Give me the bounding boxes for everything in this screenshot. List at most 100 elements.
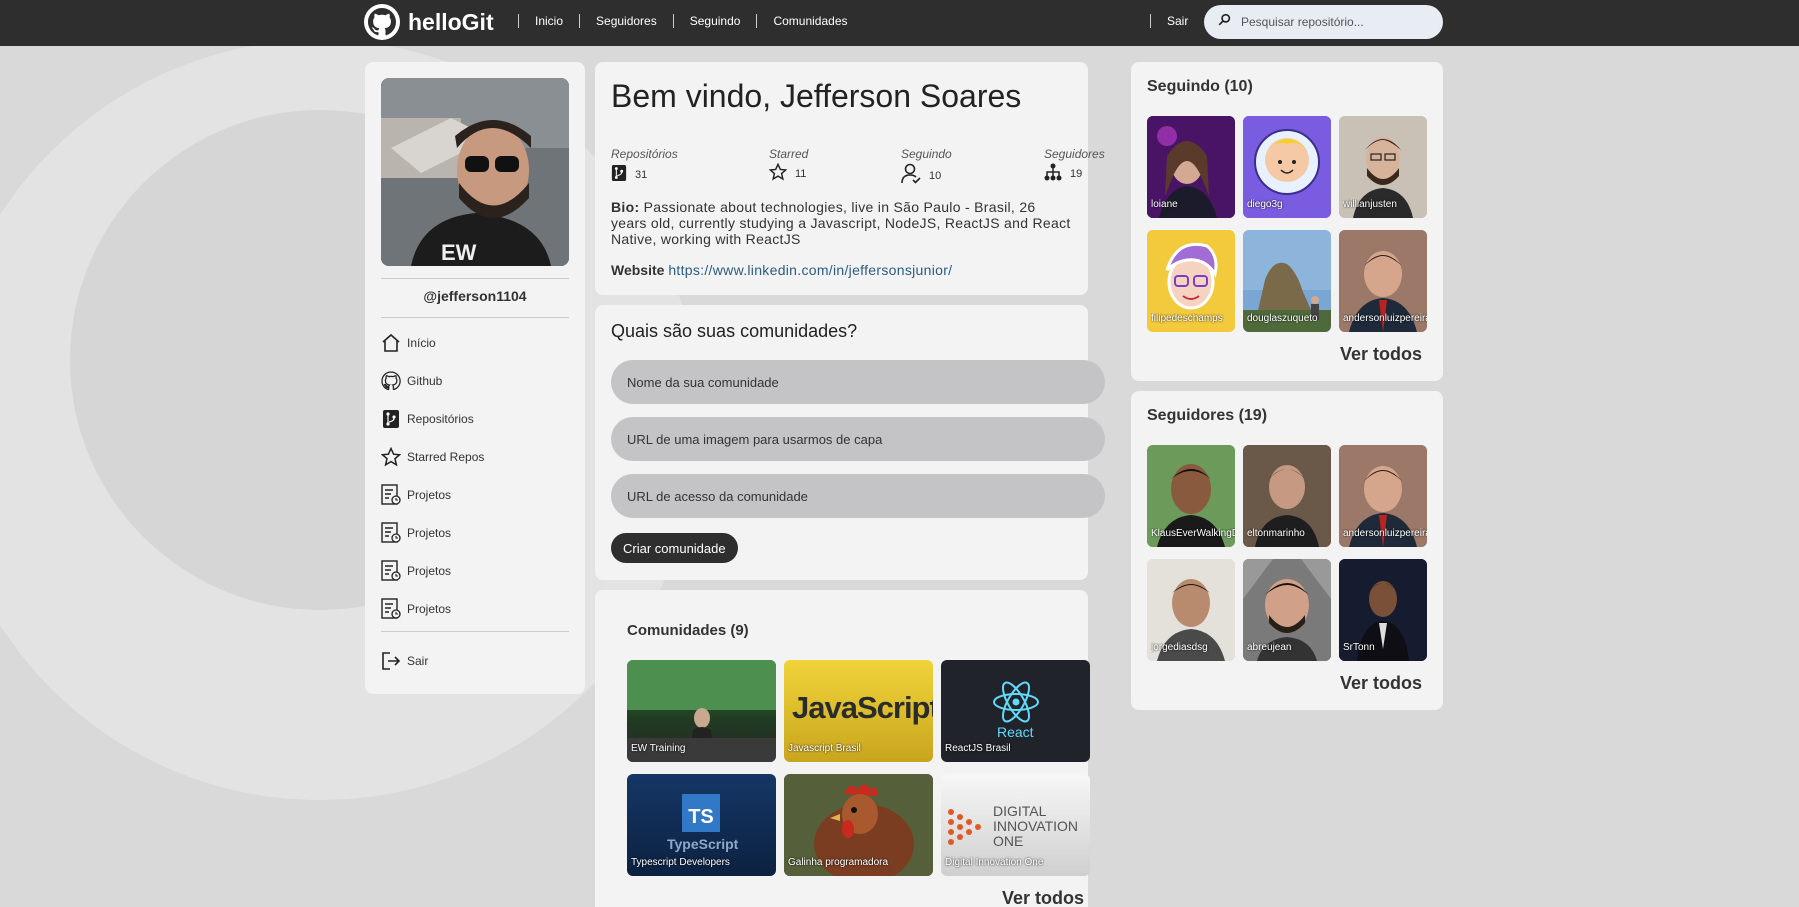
stat-value: 19 xyxy=(1070,167,1083,180)
following-card[interactable]: loiane xyxy=(1147,116,1235,218)
follower-card[interactable]: jorgediasdsg xyxy=(1147,559,1235,661)
community-tile[interactable]: React ReactJS Brasil xyxy=(941,660,1090,762)
followers-panel: Seguidores (19) KlausEverWalkingDev elto… xyxy=(1131,391,1443,710)
website: Website https://www.linkedin.com/in/jeff… xyxy=(611,262,952,278)
communities-panel: Comunidades (9) EW Training JavaScript J… xyxy=(595,590,1090,907)
logout-link[interactable]: Sair xyxy=(1150,14,1188,28)
profile-sidebar: EW @jefferson1104 Início Github Repositó… xyxy=(365,62,585,694)
follower-name: SrTonn xyxy=(1343,642,1375,653)
community-image-field[interactable] xyxy=(611,417,1105,461)
communities-title: Comunidades (9) xyxy=(627,622,749,639)
search-bar[interactable] xyxy=(1204,5,1443,39)
community-tile[interactable]: JavaScript Javascript Brasil xyxy=(784,660,933,762)
follower-name: andersonluizpereira xyxy=(1343,528,1427,539)
divider xyxy=(381,317,569,318)
repo-icon xyxy=(381,408,401,430)
see-all-followers-link[interactable]: Ver todos xyxy=(1340,673,1422,694)
react-label: React xyxy=(997,724,1034,740)
divider xyxy=(381,278,569,279)
community-url-field[interactable] xyxy=(611,474,1105,518)
nav-seguindo[interactable]: Seguindo xyxy=(672,14,757,28)
sidebar-item-github[interactable]: Github xyxy=(381,362,484,400)
community-name-field[interactable] xyxy=(611,360,1105,404)
following-card[interactable]: filipedeschamps xyxy=(1147,230,1235,332)
sidebar-item-label: Projetos xyxy=(407,602,452,616)
sidebar-item-projetos[interactable]: Projetos xyxy=(381,476,484,514)
follower-card[interactable]: eltonmarinho xyxy=(1243,445,1331,547)
project-icon xyxy=(381,560,401,582)
bio: Bio: Passionate about technologies, live… xyxy=(611,199,1073,247)
profile-panel: Bem vindo, Jefferson Soares Repositórios… xyxy=(595,62,1105,295)
stat-value: 10 xyxy=(929,169,942,182)
community-tile[interactable]: Galinha programadora xyxy=(784,774,933,876)
brand[interactable]: helloGit xyxy=(364,4,494,40)
repo-icon xyxy=(611,163,627,186)
logout-icon xyxy=(381,650,401,672)
community-tile[interactable]: TS TypeScript Typescript Developers xyxy=(627,774,776,876)
sidebar-menu: Início Github Repositórios Starred Repos… xyxy=(381,324,484,628)
bio-text: Passionate about technologies, live in S… xyxy=(611,199,1071,247)
search-input[interactable] xyxy=(1241,15,1421,29)
stat-seguindo[interactable]: Seguindo 10 xyxy=(901,147,952,188)
sidebar-item-inicio[interactable]: Início xyxy=(381,324,484,362)
stat-seguidores[interactable]: Seguidores 19 xyxy=(1044,147,1105,184)
community-form: Quais são suas comunidades? Criar comuni… xyxy=(595,305,1105,580)
user-check-icon xyxy=(901,163,921,188)
divider xyxy=(381,631,569,632)
following-card[interactable]: willianjusten xyxy=(1339,116,1427,218)
nav-seguidores[interactable]: Seguidores xyxy=(579,14,673,28)
following-card[interactable]: andersonluizpereira xyxy=(1339,230,1427,332)
stat-value: 31 xyxy=(635,168,648,181)
main-nav: Inicio Seguidores Seguindo Comunidades xyxy=(518,14,864,28)
home-icon xyxy=(381,332,401,354)
sidebar-item-label: Projetos xyxy=(407,488,452,502)
stat-starred[interactable]: Starred 11 xyxy=(768,147,809,184)
follower-name: abreujean xyxy=(1247,642,1292,653)
following-card[interactable]: diego3g xyxy=(1243,116,1331,218)
form-title: Quais são suas comunidades? xyxy=(611,321,858,341)
user-handle[interactable]: @jefferson1104 xyxy=(381,288,569,304)
javascript-logo: JavaScript xyxy=(792,690,933,725)
follower-card[interactable]: KlausEverWalkingDev xyxy=(1147,445,1235,547)
typescript-label: TypeScript xyxy=(667,836,739,852)
stat-label: Starred xyxy=(769,147,809,161)
follower-name: KlausEverWalkingDev xyxy=(1151,528,1235,539)
nav-comunidades[interactable]: Comunidades xyxy=(756,14,863,28)
follower-card[interactable]: SrTonn xyxy=(1339,559,1427,661)
sidebar-item-projetos[interactable]: Projetos xyxy=(381,514,484,552)
brand-name: helloGit xyxy=(408,8,494,35)
create-community-button[interactable]: Criar comunidade xyxy=(611,533,738,563)
sidebar-item-label: Starred Repos xyxy=(407,450,485,464)
following-name: andersonluizpereira xyxy=(1343,313,1427,324)
following-title: Seguindo (10) xyxy=(1147,78,1253,95)
community-url-input[interactable] xyxy=(627,488,1067,504)
community-tile[interactable]: DIGITAL INNOVATION ONE Digital Innovatio… xyxy=(941,774,1090,876)
sidebar-item-projetos[interactable]: Projetos xyxy=(381,552,484,590)
website-link[interactable]: https://www.linkedin.com/in/jeffersonsju… xyxy=(668,262,952,278)
community-tile[interactable]: EW Training xyxy=(627,660,776,762)
follower-card[interactable]: andersonluizpereira xyxy=(1339,445,1427,547)
following-card[interactable]: douglaszuqueto xyxy=(1243,230,1331,332)
follower-card[interactable]: abreujean xyxy=(1243,559,1331,661)
sitemap-icon xyxy=(1044,163,1062,184)
followers-title: Seguidores (19) xyxy=(1147,407,1268,424)
following-panel: Seguindo (10) loiane diego3g willianjust… xyxy=(1131,62,1443,381)
website-label: Website xyxy=(611,262,665,278)
dio-word: INNOVATION xyxy=(993,818,1079,834)
sidebar-item-projetos[interactable]: Projetos xyxy=(381,590,484,628)
sidebar-item-sair[interactable]: Sair xyxy=(381,642,428,680)
search-icon xyxy=(1218,13,1231,31)
sidebar-item-repositorios[interactable]: Repositórios xyxy=(381,400,484,438)
see-all-following-link[interactable]: Ver todos xyxy=(1340,344,1422,365)
community-name-input[interactable] xyxy=(627,374,1067,390)
sidebar-item-label: Projetos xyxy=(407,526,452,540)
sidebar-item-starred[interactable]: Starred Repos xyxy=(381,438,484,476)
stat-repositorios[interactable]: Repositórios 31 xyxy=(611,147,678,186)
project-icon xyxy=(381,484,401,506)
nav-inicio[interactable]: Inicio xyxy=(518,14,579,28)
following-name: douglaszuqueto xyxy=(1247,313,1318,324)
see-all-communities-link[interactable]: Ver todos xyxy=(1002,888,1084,907)
sidebar-item-label: Projetos xyxy=(407,564,452,578)
github-logo-icon xyxy=(364,4,400,40)
community-image-input[interactable] xyxy=(627,431,1067,447)
